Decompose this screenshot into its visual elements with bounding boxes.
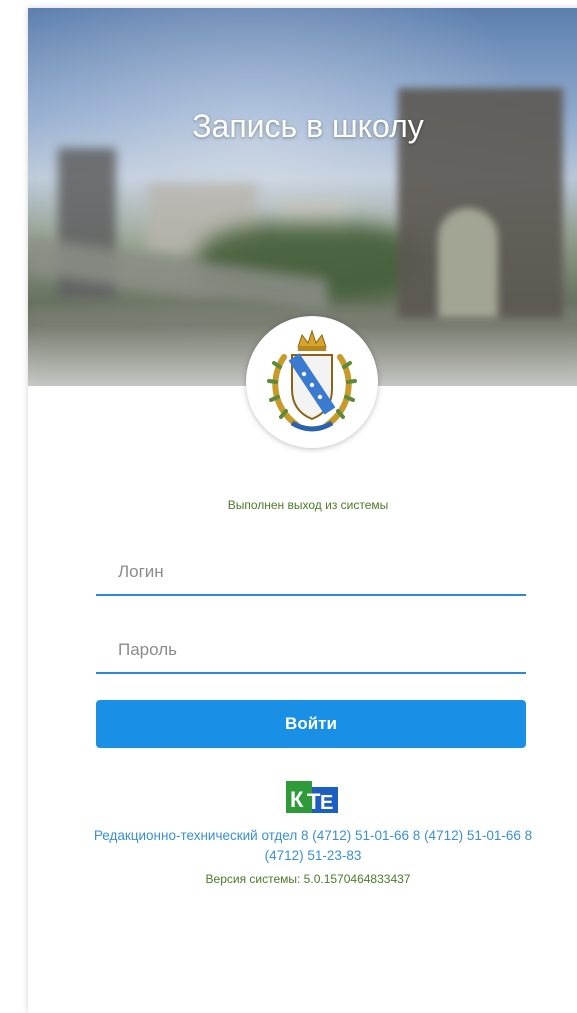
svg-text:Е: Е <box>320 792 333 813</box>
password-input[interactable] <box>96 628 526 674</box>
login-button[interactable]: Войти <box>96 700 526 748</box>
page-title: Запись в школу <box>192 108 424 144</box>
tech-department-contact-link[interactable]: Редакционно-технический отдел 8 (4712) 5… <box>88 826 538 866</box>
login-input[interactable] <box>96 550 526 596</box>
login-card: Запись в школу Выполнен выход из системы… <box>28 8 577 1013</box>
system-version: Версия системы: 5.0.1570464833437 <box>205 872 411 886</box>
svg-text:К: К <box>290 787 304 812</box>
logout-status-message: Выполнен выход из системы <box>227 498 389 512</box>
svg-text:Т: Т <box>307 789 321 813</box>
emblem-badge <box>246 316 378 448</box>
kte-logo-icon: К Т Е <box>286 781 338 813</box>
kursk-coat-of-arms-icon <box>267 329 357 432</box>
